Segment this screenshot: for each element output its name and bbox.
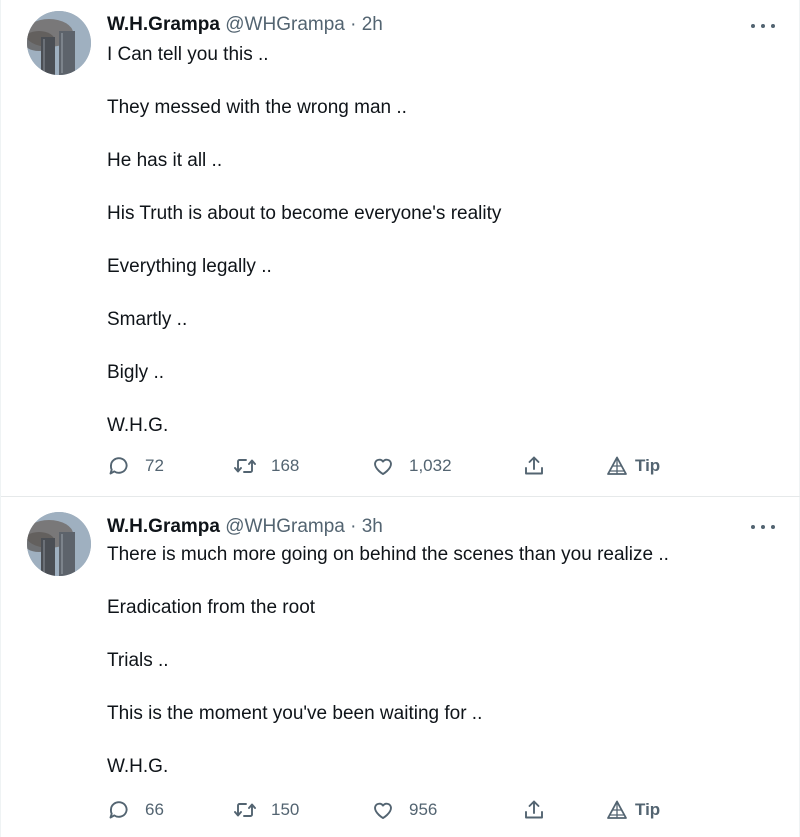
action-bar: 66 150 956 Tip	[107, 797, 707, 823]
share-icon	[525, 800, 543, 819]
tweet-header: W.H.Grampa @WHGrampa · 2h	[107, 13, 383, 37]
tweet-line: Trials ..	[107, 650, 169, 671]
timestamp[interactable]: 3h	[362, 516, 383, 537]
retweet-icon	[234, 803, 256, 817]
tip-label: Tip	[635, 456, 661, 475]
like-count: 1,032	[409, 456, 452, 475]
avatar-image	[27, 512, 91, 576]
reply-button[interactable]: 72	[107, 453, 164, 479]
tweet-line: He has it all ..	[107, 150, 223, 171]
display-name[interactable]: W.H.Grampa	[107, 516, 220, 537]
tweet[interactable]: W.H.Grampa @WHGrampa · 3h There is much …	[1, 497, 800, 837]
separator-dot: ·	[350, 14, 357, 35]
tweet-header: W.H.Grampa @WHGrampa · 3h	[107, 515, 383, 539]
separator-dot: ·	[350, 516, 357, 537]
tip-button[interactable]: Tip	[605, 797, 660, 823]
user-handle[interactable]: @WHGrampa	[225, 14, 345, 35]
tip-icon	[607, 456, 627, 475]
reply-icon	[109, 801, 128, 819]
share-button[interactable]	[522, 797, 546, 823]
tweet-line: Eradication from the root	[107, 597, 316, 618]
display-name[interactable]: W.H.Grampa	[107, 14, 220, 35]
reply-button[interactable]: 66	[107, 797, 164, 823]
retweet-icon	[234, 459, 256, 473]
reply-icon	[109, 457, 128, 475]
tweet-line: There is much more going on behind the s…	[107, 544, 669, 565]
timeline-feed: W.H.Grampa @WHGrampa · 2h I Can tell you…	[0, 0, 800, 837]
retweet-count: 168	[271, 456, 300, 475]
tweet-line: I Can tell you this ..	[107, 44, 269, 65]
user-handle[interactable]: @WHGrampa	[225, 516, 345, 537]
tip-label: Tip	[635, 800, 661, 819]
tweet-line: W.H.G.	[107, 415, 169, 436]
tweet-text: There is much more going on behind the s…	[107, 543, 761, 779]
avatar[interactable]	[27, 11, 91, 75]
reply-count: 72	[145, 456, 164, 475]
tweet-line: His Truth is about to become everyone's …	[107, 203, 502, 224]
share-icon	[525, 456, 543, 475]
like-count: 956	[409, 800, 438, 819]
tweet-line: W.H.G.	[107, 756, 169, 777]
more-dots-icon[interactable]	[751, 18, 775, 34]
retweet-button[interactable]: 150	[233, 797, 299, 823]
like-button[interactable]: 956	[371, 797, 437, 823]
heart-icon	[374, 802, 392, 819]
more-dots-icon[interactable]	[751, 519, 775, 535]
reply-count: 66	[145, 800, 164, 819]
share-button[interactable]	[522, 453, 546, 479]
tweet-line: This is the moment you've been waiting f…	[107, 703, 483, 724]
action-bar: 72 168 1,032 Tip	[107, 453, 707, 479]
heart-icon	[374, 458, 392, 475]
retweet-button[interactable]: 168	[233, 453, 299, 479]
tip-icon	[607, 800, 627, 819]
tweet-text: I Can tell you this .. They messed with …	[107, 43, 761, 438]
tweet-line: Everything legally ..	[107, 256, 272, 277]
tweet-line: Smartly ..	[107, 309, 188, 330]
like-button[interactable]: 1,032	[371, 453, 452, 479]
tweet-line: Bigly ..	[107, 362, 165, 383]
timestamp[interactable]: 2h	[362, 14, 383, 35]
avatar-image	[27, 11, 91, 75]
tip-button[interactable]: Tip	[605, 453, 660, 479]
retweet-count: 150	[271, 800, 300, 819]
tweet[interactable]: W.H.Grampa @WHGrampa · 2h I Can tell you…	[1, 0, 800, 497]
tweet-line: They messed with the wrong man ..	[107, 97, 407, 118]
avatar[interactable]	[27, 512, 91, 576]
